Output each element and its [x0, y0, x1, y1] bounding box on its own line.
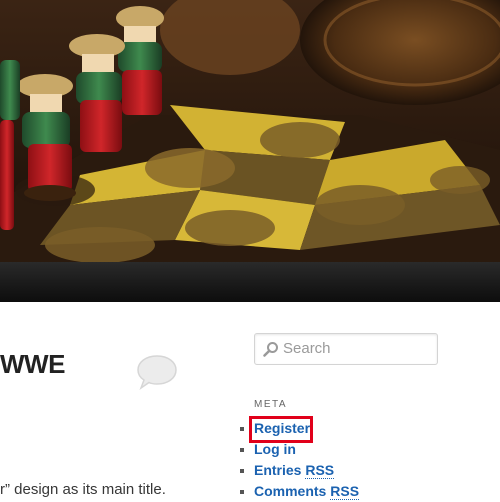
entries-rss-link[interactable]: Entries RSS	[254, 462, 335, 479]
search-input[interactable]	[283, 337, 431, 359]
bullet-icon	[240, 448, 244, 452]
list-item: Entries RSS	[240, 460, 359, 481]
comments-rss-abbr: RSS	[330, 483, 360, 500]
entries-rss-abbr: RSS	[305, 462, 335, 479]
bullet-icon	[240, 427, 244, 431]
post-excerpt: r” design as its main title.	[0, 481, 166, 498]
post-title[interactable]: WWE	[0, 349, 65, 380]
entries-rss-label: Entries	[254, 462, 302, 478]
navigation-bar	[0, 262, 500, 302]
comments-rss-link[interactable]: Comments RSS	[254, 483, 360, 500]
search-box[interactable]	[254, 333, 438, 365]
comment-bubble-icon[interactable]	[135, 352, 179, 392]
search-icon	[263, 342, 278, 357]
log-in-link[interactable]: Log in	[254, 441, 296, 457]
register-highlight-box	[249, 416, 313, 443]
header-image	[0, 0, 500, 262]
bullet-icon	[240, 469, 244, 473]
meta-widget-title: META	[254, 399, 288, 410]
bullet-icon	[240, 490, 244, 494]
comments-rss-label: Comments	[254, 483, 327, 499]
list-item: Comments RSS	[240, 481, 360, 502]
